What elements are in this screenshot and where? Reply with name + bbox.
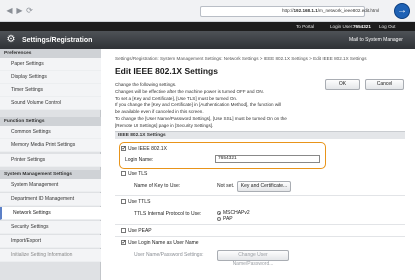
use-login-name-checkbox[interactable] — [121, 239, 127, 246]
sidebar-section-function: Function Settings — [0, 117, 101, 126]
sidebar-section-preferences: Preferences — [0, 49, 101, 58]
sidebar-item-memory-media[interactable]: Memory Media Print Settings — [0, 139, 101, 152]
go-arrow-icon[interactable]: → — [394, 3, 410, 19]
page-title: Edit IEEE 802.1X Settings — [115, 66, 218, 76]
use-ttls-checkbox[interactable] — [121, 199, 126, 204]
to-portal-link[interactable]: To Portal — [296, 24, 314, 29]
key-to-use-label: Name of Key to Use: — [134, 183, 181, 189]
divider — [115, 195, 405, 196]
use-ieee-label: Use IEEE 802.1X — [128, 146, 167, 152]
user-password-label: User Name/Password Settings: — [134, 252, 204, 258]
use-tls-checkbox[interactable] — [121, 171, 126, 176]
sidebar-item-system-management[interactable]: System Management — [0, 179, 101, 192]
use-ieee-checkbox[interactable] — [121, 145, 127, 152]
section-header-ieee: IEEE 802.1X Settings — [115, 131, 405, 139]
forward-icon[interactable]: ▶ — [15, 6, 24, 15]
divider — [115, 236, 405, 237]
gear-icon: ⚙ — [6, 34, 16, 45]
login-name-label: Login Name: — [125, 157, 154, 163]
description-text: Change the following settings. Changes w… — [115, 82, 287, 128]
refresh-icon[interactable]: ⟳ — [25, 6, 34, 15]
sidebar-item-security-settings[interactable]: Security Settings — [0, 221, 101, 234]
ttls-protocol-label: TTLS Internal Protocol to Use: — [134, 211, 202, 217]
use-login-name-label: Use Login Name as User Name — [128, 240, 199, 246]
sidebar-item-paper-settings[interactable]: Paper Settings — [0, 58, 101, 71]
login-user-label: Login User: — [330, 23, 354, 29]
ttls-pap-label: PAP — [223, 216, 233, 222]
cancel-button[interactable]: Cancel — [365, 79, 404, 90]
login-user-value: 7654321 — [353, 23, 371, 29]
sidebar-item-department-id[interactable]: Department ID Management — [0, 193, 101, 206]
key-value: Not set. — [217, 183, 235, 189]
breadcrumb: Settings/Registration: System Management… — [115, 56, 367, 61]
use-peap-checkbox[interactable] — [121, 228, 126, 233]
use-tls-label: Use TLS — [128, 171, 148, 177]
mail-system-manager-link[interactable]: Mail to System Manager — [349, 37, 403, 43]
sidebar-item-sound-volume[interactable]: Sound Volume Control — [0, 97, 101, 110]
address-text: http://192.168.1.1/m_network_ieee802.edi… — [282, 8, 380, 13]
sidebar-item-import-export[interactable]: Import/Export — [0, 235, 101, 248]
logout-link[interactable]: Log Out — [379, 24, 395, 29]
page-header-title: Settings/Registration — [22, 37, 93, 44]
key-certificate-button[interactable]: Key and Certificate... — [237, 181, 291, 192]
sidebar-item-timer-settings[interactable]: Timer Settings — [0, 84, 101, 97]
sidebar-section-system: System Management Settings — [0, 170, 101, 179]
sidebar-item-printer-settings[interactable]: Printer Settings — [0, 154, 101, 167]
top-bar: To Portal Login User: 7654321 Log Out — [0, 22, 415, 31]
ttls-pap-radio[interactable] — [217, 217, 221, 221]
change-user-password-button[interactable]: Change User Name/Password... — [217, 250, 289, 267]
sidebar-item-initialize[interactable]: Initialize Setting Information — [0, 249, 101, 262]
use-peap-label: Use PEAP — [128, 228, 152, 234]
use-ttls-label: Use TTLS — [128, 199, 151, 205]
ok-button[interactable]: OK — [325, 79, 360, 90]
sidebar-item-display-settings[interactable]: Display Settings — [0, 71, 101, 84]
sidebar-item-network-settings[interactable]: Network Settings — [0, 207, 101, 220]
ttls-mschapv2-radio[interactable] — [217, 211, 221, 215]
sidebar-item-common-settings[interactable]: Common Settings — [0, 126, 101, 139]
login-name-input[interactable]: 7654321 — [215, 155, 320, 163]
sidebar: Preferences Paper Settings Display Setti… — [0, 49, 101, 280]
divider — [115, 224, 405, 225]
back-icon[interactable]: ◀ — [5, 6, 14, 15]
